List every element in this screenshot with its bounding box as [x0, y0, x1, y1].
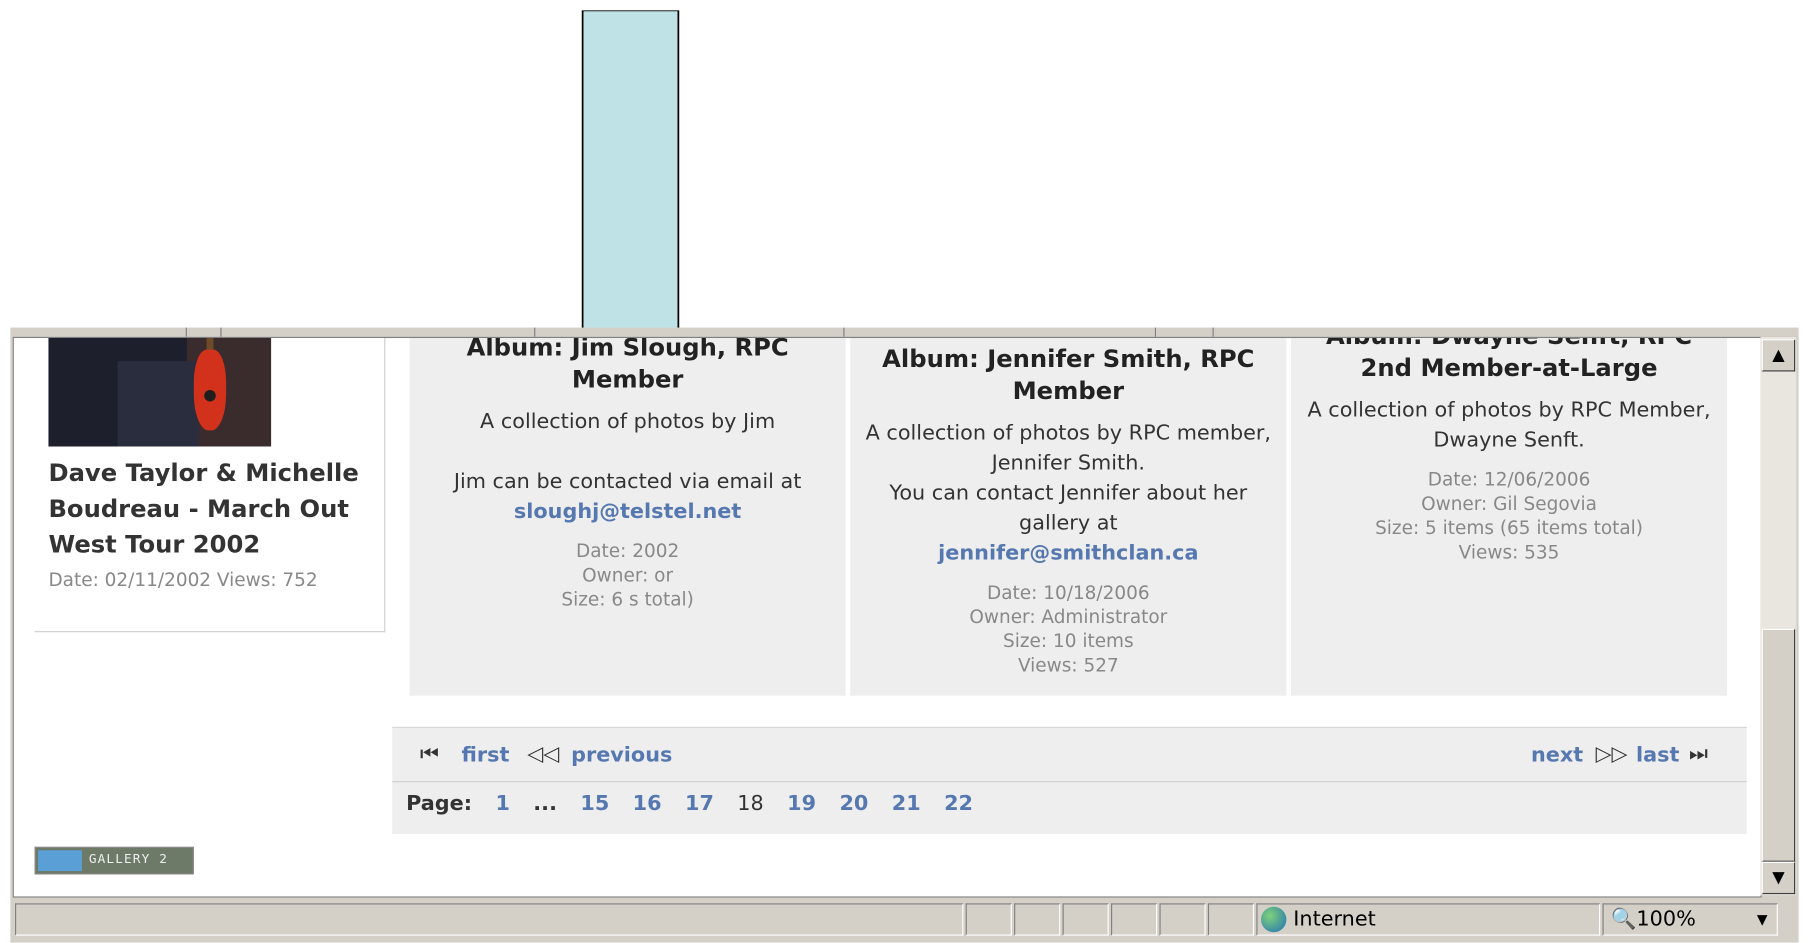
pagination: ⏮ first ◁◁ previous next ▷▷ last ⏭ Page:…	[392, 726, 1747, 835]
album-date: Date: 10/18/2006	[987, 581, 1150, 604]
email-link[interactable]: sloughj@telstel.net	[514, 500, 741, 524]
album-meta: Date: 02/11/2002 Views: 752	[48, 568, 318, 591]
album-description: A collection of photos by RPC Member, Dw…	[1300, 396, 1718, 456]
first-link[interactable]: first	[461, 743, 509, 767]
album-date: Date: 2002	[576, 539, 680, 562]
page-link-22[interactable]: 22	[944, 791, 973, 815]
album-meta: Date: 2002 Owner: or Size: 6 s total)	[410, 539, 846, 612]
globe-icon	[1260, 906, 1287, 933]
toolbar-separator	[220, 327, 222, 337]
previous-link[interactable]: previous	[571, 743, 672, 767]
next-link[interactable]: next	[1531, 743, 1583, 767]
album-views: Views: 535	[1458, 541, 1560, 564]
album-views: Views: 527	[1017, 654, 1119, 677]
album-title[interactable]: Album: Jim Slough, RPC Member	[421, 338, 834, 396]
album-card-jim-slough[interactable]: Album: Jim Slough, RPC Member A collecti…	[409, 338, 846, 696]
album-size: Size: 10 items	[1002, 629, 1134, 652]
album-owner: Owner: Gil Segovia	[1421, 492, 1597, 515]
page-link-1[interactable]: 1	[495, 791, 509, 815]
last-link[interactable]: last	[1636, 743, 1679, 767]
album-meta: Date: 10/18/2006 Owner: Administrator Si…	[850, 580, 1286, 677]
scroll-up-button[interactable]: ▲	[1761, 339, 1796, 372]
zoom-icon: 🔍	[1610, 906, 1637, 932]
status-panel	[1062, 903, 1109, 936]
toolbar-separator	[843, 327, 845, 337]
album-meta: Date: 12/06/2006 Owner: Gil Segovia Size…	[1291, 467, 1727, 564]
album-description: A collection of photos by RPC member, Je…	[860, 419, 1278, 569]
page-link-20[interactable]: 20	[839, 791, 868, 815]
zoom-panel[interactable]: 🔍100% ▼	[1602, 903, 1778, 936]
status-bar: Internet 🔍100% ▼	[12, 901, 1797, 938]
email-link[interactable]: jennifer@smithclan.ca	[938, 541, 1198, 565]
security-zone-panel[interactable]: Internet	[1256, 903, 1601, 936]
album-size: Size: 5 items (65 items total)	[1375, 516, 1644, 539]
album-owner: Owner: Administrator	[969, 605, 1168, 628]
toolbar-separator	[185, 327, 187, 337]
toolbar-separator	[1212, 327, 1214, 337]
last-page-icon[interactable]: ⏭	[1689, 742, 1708, 766]
status-panel	[1111, 903, 1158, 936]
next-page-icon[interactable]: ▷▷	[1596, 742, 1628, 766]
toolbar-separator	[1154, 327, 1157, 337]
album-thumbnail[interactable]	[48, 338, 272, 447]
album-card-left[interactable]: Dave Taylor & Michelle Boudreau - March …	[34, 338, 386, 633]
page-link-21[interactable]: 21	[892, 791, 921, 815]
album-title[interactable]: Album: Jennifer Smith, RPC Member	[862, 343, 1275, 408]
album-owner: Owner: or	[582, 564, 674, 587]
vertical-scrollbar[interactable]: ▲ ▼	[1760, 336, 1797, 896]
album-desc-line: You can contact Jennifer about her galle…	[889, 481, 1248, 536]
previous-page-icon[interactable]: ◁◁	[527, 742, 559, 766]
current-page: 18	[737, 791, 764, 816]
zone-label: Internet	[1293, 906, 1376, 932]
album-desc-line: A collection of photos by Jim	[480, 409, 776, 434]
album-card-dwayne-senft[interactable]: Album: Dwayne Senft, RPC 2nd Member-at-L…	[1290, 338, 1728, 696]
album-size: Size: 6 s total)	[561, 588, 694, 611]
zoom-dropdown-icon[interactable]: ▼	[1757, 905, 1768, 935]
page-label: Page:	[406, 791, 473, 816]
status-panel	[965, 903, 1012, 936]
status-panel	[1207, 903, 1255, 936]
page-link-19[interactable]: 19	[787, 791, 816, 815]
toolbar-separator	[534, 327, 536, 337]
album-card-jennifer-smith[interactable]: Album: Jennifer Smith, RPC Member A coll…	[850, 338, 1287, 696]
status-text-panel	[14, 903, 964, 936]
page-link-16[interactable]: 16	[633, 791, 662, 815]
gallery2-logo-image	[38, 850, 82, 872]
page-number-row: Page: 1 ... 15 16 17 18 19 20 21 22	[406, 791, 973, 815]
gallery2-logo[interactable]: GALLERY 2	[34, 846, 194, 875]
pagination-nav-row: ⏮ first ◁◁ previous next ▷▷ last ⏭	[392, 728, 1747, 783]
page-link-17[interactable]: 17	[685, 791, 714, 815]
scroll-down-button[interactable]: ▼	[1761, 861, 1796, 895]
scrollbar-thumb[interactable]	[1761, 628, 1796, 862]
album-desc-line: A collection of photos by RPC member, Je…	[865, 421, 1272, 476]
album-title[interactable]: Album: Dwayne Senft, RPC 2nd Member-at-L…	[1303, 338, 1716, 384]
status-panel	[1159, 903, 1206, 936]
browser-window: Dave Taylor & Michelle Boudreau - March …	[10, 327, 1799, 943]
album-title[interactable]: Dave Taylor & Michelle Boudreau - March …	[48, 456, 377, 563]
album-desc-line: A collection of photos by RPC Member, Dw…	[1307, 398, 1711, 453]
page-ellipsis: ...	[533, 791, 557, 816]
album-date: Date: 12/06/2006	[1427, 468, 1591, 491]
page-link-15[interactable]: 15	[580, 791, 609, 815]
status-panel	[1014, 903, 1061, 936]
album-desc-line: Jim can be contacted via email at	[453, 469, 802, 494]
first-page-icon[interactable]: ⏮	[420, 742, 439, 766]
gallery2-logo-text: GALLERY 2	[88, 851, 168, 867]
album-description: A collection of photos by Jim Jim can be…	[419, 407, 837, 527]
page-viewport: Dave Taylor & Michelle Boudreau - March …	[12, 336, 1762, 898]
zoom-level: 100%	[1636, 906, 1696, 932]
